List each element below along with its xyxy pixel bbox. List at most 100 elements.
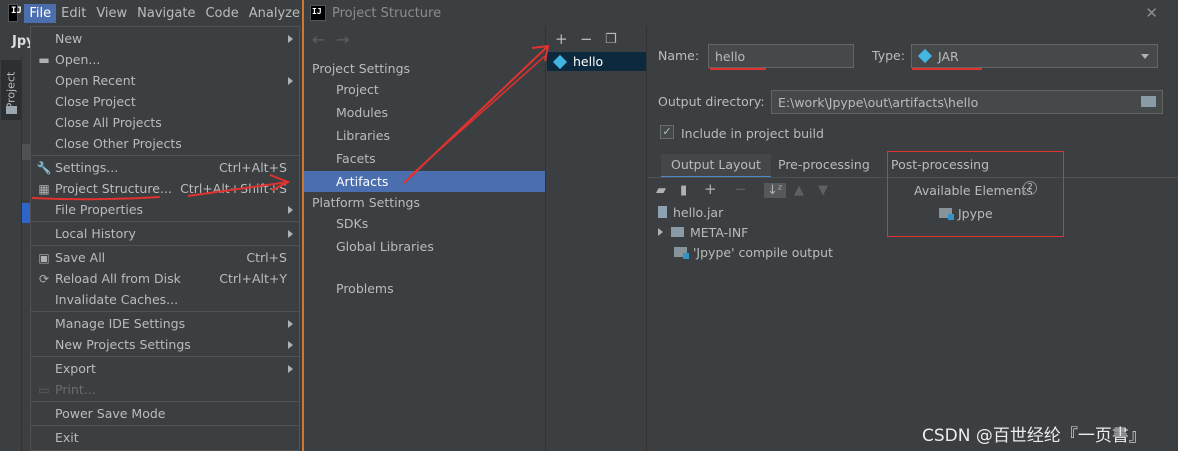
artifact-list-item[interactable]: hello xyxy=(547,52,646,71)
forward-arrow-icon[interactable]: → xyxy=(336,30,349,49)
output-directory-input[interactable]: E:\work\Jpype\out\artifacts\hello xyxy=(771,90,1163,114)
menu-item-label: Close Project xyxy=(55,94,136,109)
menu-item-settings[interactable]: 🔧 Settings... Ctrl+Alt+S xyxy=(31,157,299,178)
submenu-arrow-icon xyxy=(288,340,293,349)
nav-item-global-libraries[interactable]: Global Libraries xyxy=(304,236,545,257)
menu-item-close-project[interactable]: Close Project xyxy=(31,91,299,112)
browse-folder-icon[interactable] xyxy=(1141,96,1156,107)
tab-pre-processing[interactable]: Pre-processing xyxy=(768,154,880,178)
output-directory-value: E:\work\Jpype\out\artifacts\hello xyxy=(778,94,979,110)
nav-item-sdks[interactable]: SDKs xyxy=(304,213,545,234)
submenu-arrow-icon xyxy=(288,319,293,328)
menu-item-close-other-projects[interactable]: Close Other Projects xyxy=(31,133,299,154)
add-copy-icon[interactable]: + xyxy=(704,180,717,198)
menu-item-open-recent[interactable]: Open Recent xyxy=(31,70,299,91)
tab-post-processing[interactable]: Post-processing xyxy=(881,154,999,178)
menu-item-label: Close All Projects xyxy=(55,115,162,130)
project-tree-selection xyxy=(22,203,30,223)
name-input[interactable]: hello xyxy=(708,44,854,68)
submenu-arrow-icon xyxy=(288,364,293,373)
menu-item-close-all-projects[interactable]: Close All Projects xyxy=(31,112,299,133)
menu-view[interactable]: View xyxy=(91,4,132,23)
menu-item-label: Exit xyxy=(55,430,79,445)
name-label: Name: xyxy=(658,48,700,63)
module-icon xyxy=(939,208,954,220)
menu-item-label: File Properties xyxy=(55,202,144,217)
intellij-logo-icon xyxy=(310,5,326,21)
available-elements-label: Available Elements xyxy=(914,183,1033,198)
menu-analyze[interactable]: Analyze xyxy=(244,4,305,23)
remove-element-icon[interactable]: − xyxy=(734,180,747,198)
available-element-jpype[interactable]: Jpype xyxy=(939,203,993,223)
menu-item-export[interactable]: Export xyxy=(31,358,299,379)
tab-output-layout[interactable]: Output Layout xyxy=(661,154,771,178)
menu-item-new[interactable]: New xyxy=(31,28,299,49)
expand-arrow-icon[interactable] xyxy=(658,228,663,236)
watermark: CSDN @百世经纶『一页書』 xyxy=(922,426,1146,446)
menu-item-label: Project Structure... xyxy=(55,181,172,196)
menu-item-label: Reload All from Disk xyxy=(55,271,181,286)
jar-artifact-icon xyxy=(917,48,933,64)
layout-toolbar: ▰ ▮ + − ↓ᶻ ▲ ▼ xyxy=(648,178,884,204)
menu-item-invalidate-caches[interactable]: Invalidate Caches... xyxy=(31,289,299,310)
project-structure-dialog: Project Structure ✕ ← → Project Settings… xyxy=(302,0,1178,451)
layout-tree-item-compile-output[interactable]: 'Jpype' compile output xyxy=(674,242,833,262)
menu-file[interactable]: File xyxy=(24,3,57,23)
add-icon[interactable]: + xyxy=(555,30,568,48)
menu-edit[interactable]: Edit xyxy=(56,4,91,23)
sort-elements-icon[interactable]: ↓ᶻ xyxy=(764,183,786,198)
nav-item-problems[interactable]: Problems xyxy=(304,278,545,299)
layout-tree-root[interactable]: hello.jar xyxy=(658,202,723,222)
menu-item-file-properties[interactable]: File Properties xyxy=(31,199,299,220)
menu-item-print: ▭ Print... xyxy=(31,379,299,400)
nav-header-project-settings: Project Settings xyxy=(312,61,411,76)
menu-item-save-all[interactable]: ▣ Save All Ctrl+S xyxy=(31,247,299,268)
menu-item-open[interactable]: ▬ Open... xyxy=(31,49,299,70)
menu-item-label: Print... xyxy=(55,382,96,397)
menu-item-exit[interactable]: Exit xyxy=(31,427,299,448)
dialog-title: Project Structure xyxy=(332,5,442,21)
menu-item-project-structure[interactable]: ▦ Project Structure... Ctrl+Alt+Shift+S xyxy=(31,178,299,199)
dialog-titlebar: Project Structure ✕ xyxy=(304,0,1178,26)
include-in-build-label: Include in project build xyxy=(681,126,824,141)
module-output-icon xyxy=(674,247,689,259)
menu-item-shortcut: Ctrl+Alt+S xyxy=(218,160,287,175)
create-archive-icon[interactable]: ▮ xyxy=(680,183,687,198)
layout-tree-item-meta-inf[interactable]: META-INF xyxy=(658,222,748,242)
menu-item-new-projects-settings[interactable]: New Projects Settings xyxy=(31,334,299,355)
nav-item-project[interactable]: Project xyxy=(304,79,545,100)
copy-icon[interactable]: ❐ xyxy=(605,32,617,47)
menu-item-label: New Projects Settings xyxy=(55,337,191,352)
menu-code[interactable]: Code xyxy=(200,4,243,23)
layout-tree-item-label: 'Jpype' compile output xyxy=(693,244,833,260)
nav-item-facets[interactable]: Facets xyxy=(304,148,545,169)
menu-separator xyxy=(31,401,299,402)
menu-item-label: Save All xyxy=(55,250,106,265)
project-tree-stub xyxy=(22,144,30,160)
menu-item-label: Settings... xyxy=(55,160,119,175)
menu-item-power-save-mode[interactable]: Power Save Mode xyxy=(31,403,299,424)
include-in-build-checkbox[interactable]: ✓ xyxy=(660,125,674,139)
menu-item-shortcut: Ctrl+S xyxy=(246,250,287,265)
help-icon[interactable]: ? xyxy=(1023,181,1037,195)
back-arrow-icon[interactable]: ← xyxy=(312,30,325,49)
remove-icon[interactable]: − xyxy=(580,30,593,48)
menu-item-reload-all[interactable]: ⟳ Reload All from Disk Ctrl+Alt+Y xyxy=(31,268,299,289)
move-up-icon[interactable]: ▲ xyxy=(794,183,804,198)
menu-item-manage-ide-settings[interactable]: Manage IDE Settings xyxy=(31,313,299,334)
settings-nav: ← → Project Settings Project Modules Lib… xyxy=(304,26,546,451)
menu-navigate[interactable]: Navigate xyxy=(132,4,200,23)
move-down-icon[interactable]: ▼ xyxy=(818,183,828,198)
create-directory-icon[interactable]: ▰ xyxy=(656,183,666,198)
menu-item-label: New xyxy=(55,31,83,46)
jar-file-icon xyxy=(658,206,667,218)
menu-item-shortcut: Ctrl+Alt+Y xyxy=(219,271,287,286)
type-select[interactable]: JAR xyxy=(911,44,1158,68)
nav-item-libraries[interactable]: Libraries xyxy=(304,125,545,146)
menu-item-local-history[interactable]: Local History xyxy=(31,223,299,244)
ide-menubar: File Edit View Navigate Code Analyze xyxy=(0,0,305,26)
nav-item-artifacts[interactable]: Artifacts xyxy=(304,171,545,192)
close-icon[interactable]: ✕ xyxy=(1145,4,1158,22)
nav-item-modules[interactable]: Modules xyxy=(304,102,545,123)
artifacts-list-panel: + − ❐ hello xyxy=(547,26,647,451)
